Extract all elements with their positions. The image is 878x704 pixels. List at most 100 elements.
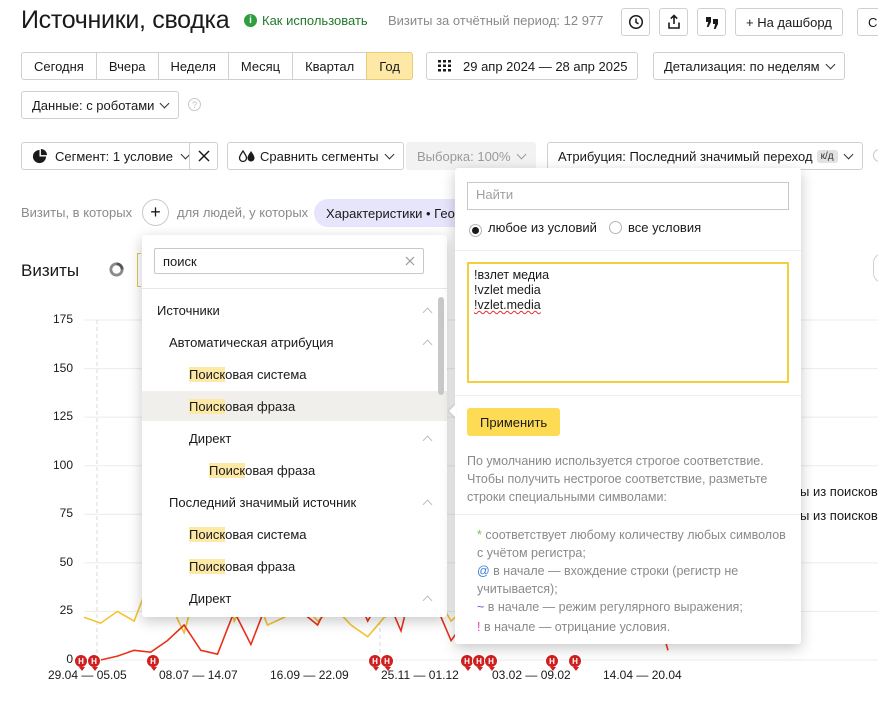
annotation-marker[interactable]: Н	[74, 654, 88, 671]
share-icon	[667, 14, 680, 29]
dropdown-item[interactable]: Поисковая фраза	[142, 391, 447, 421]
dropdown-item-label: Поисковая фраза	[209, 462, 316, 478]
tab-quarter[interactable]: Квартал	[292, 52, 368, 80]
x-tick-label: 25.11 — 01.12	[381, 668, 459, 682]
dropdown-item[interactable]: Директ	[142, 423, 447, 453]
export-button[interactable]	[659, 8, 688, 36]
y-tick-label: 25	[59, 603, 73, 618]
chart-title: Визиты	[21, 261, 80, 280]
history-button[interactable]	[621, 8, 650, 36]
plus-icon: +	[150, 202, 161, 222]
divider	[455, 395, 801, 396]
question-icon[interactable]: ?	[188, 98, 201, 111]
dropdown-item-label: Поисковая система	[189, 366, 307, 382]
annotation-marker[interactable]: Н	[87, 654, 101, 671]
tab-week[interactable]: Неделя	[157, 52, 229, 80]
divider	[142, 288, 447, 289]
dimension-search-input[interactable]: поиск	[154, 248, 424, 274]
dropdown-item[interactable]: Источники	[142, 295, 447, 325]
scrollbar[interactable]	[438, 297, 444, 395]
people-label: для людей, у которых	[177, 205, 309, 220]
detail-select[interactable]: Детализация: по неделям	[653, 52, 845, 80]
segment-button[interactable]: Сегмент: 1 условие	[21, 142, 200, 170]
condition-line: !vzlet.media	[474, 298, 541, 312]
attribution-select[interactable]: Атрибуция: Последний значимый переход к/…	[547, 142, 863, 170]
value-search-input[interactable]: Найти	[467, 182, 789, 210]
detail-label: Детализация: по неделям	[664, 58, 820, 74]
help-link-label: Как использовать	[262, 13, 368, 28]
tab-today[interactable]: Сегодня	[21, 52, 97, 80]
chevron-up-icon[interactable]	[422, 435, 433, 445]
tab-month[interactable]: Месяц	[227, 52, 294, 80]
dropdown-item-label: Поисковая фраза	[189, 398, 296, 414]
chart-type-button[interactable]	[109, 262, 124, 280]
annotation-marker[interactable]: Н	[545, 654, 559, 671]
page-title: Источники, сводка	[21, 6, 230, 34]
visits-label: Визиты, в которых	[21, 205, 133, 220]
y-tick-label: 100	[52, 457, 73, 472]
close-icon	[197, 150, 210, 162]
dropdown-item[interactable]: Поисковая фраза	[142, 455, 447, 485]
radio-checked-icon	[469, 224, 482, 237]
help-text: По умолчанию используется строгое соотве…	[467, 454, 768, 504]
dropdown-item[interactable]: Поисковая фраза	[142, 551, 447, 581]
compare-segments-button[interactable]: Сравнить сегменты	[227, 142, 404, 170]
apply-button[interactable]: Применить	[467, 408, 561, 436]
dropdown-item[interactable]: Поисковая система	[142, 519, 447, 549]
compare-view-button[interactable]	[697, 8, 726, 36]
condition-panel: Найти любое из условий все условия !взле…	[455, 168, 801, 644]
chevron-up-icon[interactable]	[422, 595, 433, 605]
chevron-down-icon	[516, 149, 527, 159]
dropdown-item[interactable]: Последний значимый источник	[142, 487, 447, 517]
clock-icon	[628, 14, 643, 30]
dropdown-item[interactable]: Поисковая система	[142, 359, 447, 389]
chevron-up-icon[interactable]	[422, 339, 433, 349]
chevron-up-icon[interactable]	[422, 499, 433, 509]
x-tick-label: 29.04 — 05.05	[48, 668, 127, 682]
sample-select[interactable]: Выборка: 100%	[406, 142, 536, 170]
annotation-marker[interactable]: Н	[380, 654, 394, 671]
condition-chip[interactable]: Характеристики • Гео	[314, 199, 474, 227]
chevron-up-icon[interactable]	[422, 307, 433, 317]
date-range-picker[interactable]: 29 апр 2024 — 28 апр 2025	[426, 52, 639, 80]
question-icon[interactable]	[873, 149, 878, 162]
dropdown-item[interactable]: Директ	[142, 583, 447, 613]
radio-all-label: все условия	[628, 220, 702, 235]
y-tick-label: 50	[59, 554, 73, 569]
sample-label: Выборка: 100%	[417, 148, 511, 164]
radio-any[interactable]: любое из условий	[469, 220, 597, 237]
dropdown-item-label: Директ	[189, 430, 232, 446]
add-to-dashboard-button[interactable]: + На дашборд	[735, 8, 843, 36]
tab-yesterday[interactable]: Вчера	[95, 52, 159, 80]
close-icon[interactable]	[405, 256, 415, 266]
source-dimension-dropdown: поиск Источники Автоматическая атрибуция П…	[142, 235, 447, 617]
x-tick-label: 08.07 — 14.07	[159, 668, 238, 682]
dropdown-item[interactable]: Автоматическая атрибуция	[142, 327, 447, 357]
annotation-marker[interactable]: Н	[484, 654, 498, 671]
cut-off-button[interactable]: С	[857, 8, 878, 36]
donut-icon	[109, 262, 124, 277]
add-condition-button[interactable]: +	[142, 199, 169, 226]
tab-year[interactable]: Год	[366, 52, 413, 80]
radio-all[interactable]: все условия	[609, 220, 701, 235]
x-tick-label: 03.02 — 09.02	[492, 668, 571, 682]
data-robots-select[interactable]: Данные: с роботами	[21, 91, 180, 119]
conditions-textarea[interactable]: !взлет медиа !vzlet media !vzlet.media	[467, 262, 789, 383]
annotation-marker[interactable]: Н	[146, 654, 160, 671]
data-robots-label: Данные: с роботами	[32, 97, 155, 113]
attribution-badge: к/д	[816, 149, 838, 163]
clear-segment-button[interactable]	[189, 142, 218, 170]
legend-fragment: ы из поисков	[800, 508, 878, 523]
chart-settings-edge[interactable]	[873, 253, 878, 283]
period-tabs: Сегодня Вчера Неделя Месяц Квартал Год	[21, 52, 413, 80]
attribution-label: Атрибуция: Последний значимый переход	[558, 148, 813, 164]
annotation-marker[interactable]: Н	[568, 654, 582, 671]
dropdown-item-label: Источники	[157, 302, 220, 318]
y-tick-label: 0	[66, 652, 73, 666]
calendar-icon	[438, 60, 451, 72]
legend-fragment: ы из поисков	[800, 484, 878, 499]
y-tick-label: 125	[52, 409, 73, 424]
help-link[interactable]: i Как использовать	[244, 13, 368, 28]
dropdown-item-label: Поисковая система	[189, 526, 307, 542]
radio-any-label: любое из условий	[488, 220, 597, 235]
